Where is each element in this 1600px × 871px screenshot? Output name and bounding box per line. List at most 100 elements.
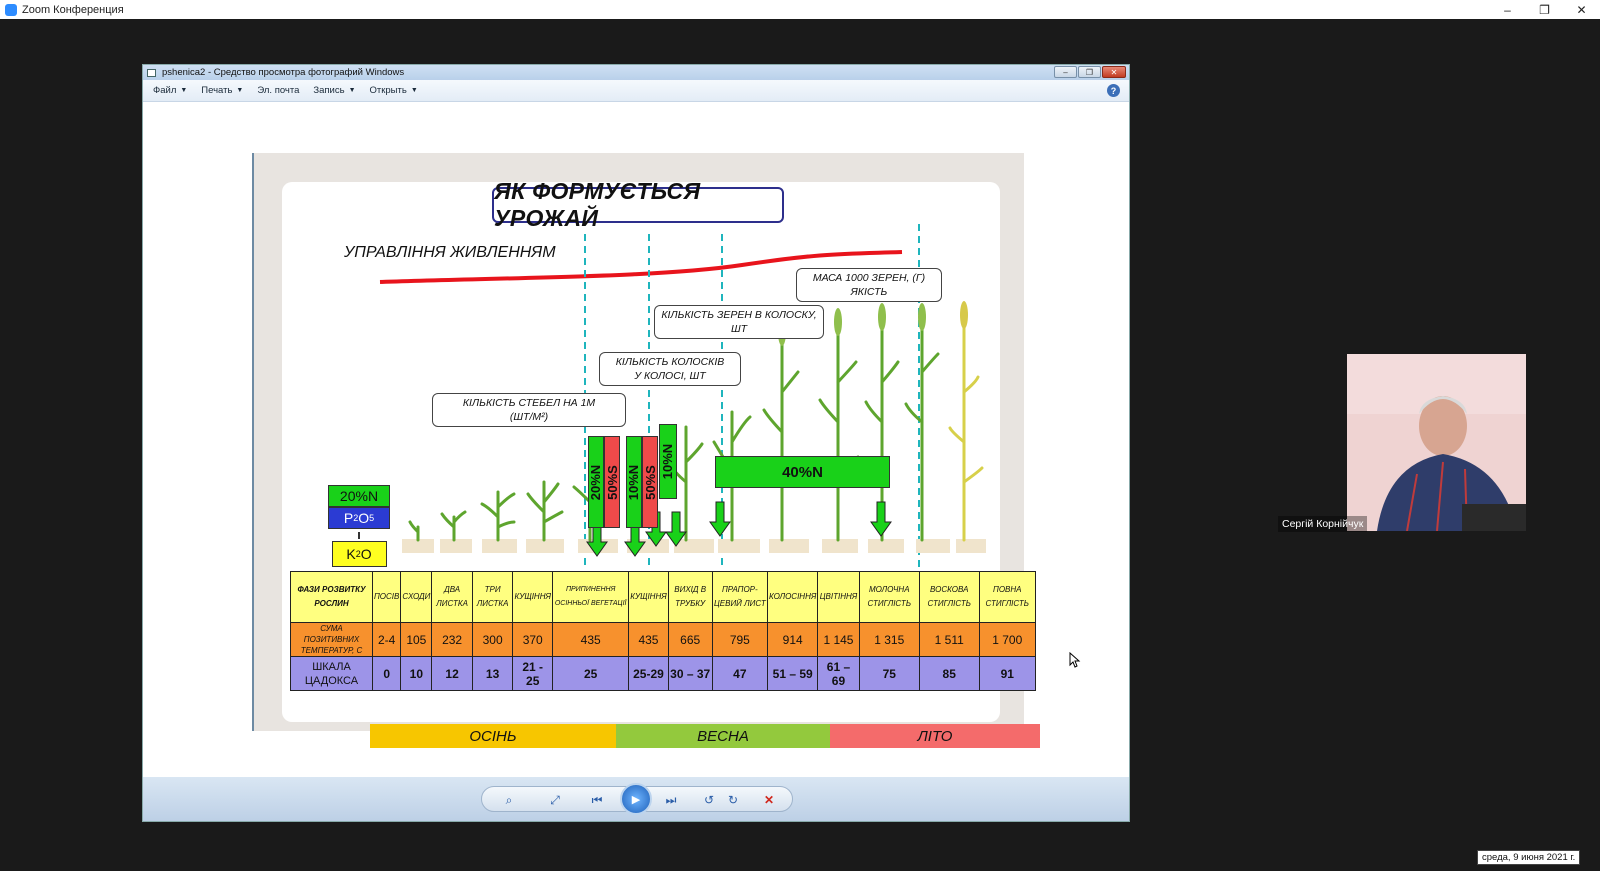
npk-fertilizer-block: 20%N P2O5 K2O [328, 485, 390, 567]
menu-file[interactable]: Файл ▼ [153, 85, 187, 96]
table-row: ШКАЛА ЦАДОКСА 0 10 12 13 21 - 25 25 25-2… [290, 656, 1037, 691]
table-cell: ДВА ЛИСТКА [431, 571, 473, 623]
viewer-control-strip: ⌕ ⤢ ⏮ ▶ ⏭ ↺ ↻ ✕ [481, 783, 793, 815]
fertilizer-bar-40n: 40%N [715, 456, 890, 488]
table-cell: ПРИПИНЕННЯ ОСІННЬОЇ ВЕГЕТАЦІЇ [552, 571, 630, 623]
fertilizer-bar-50s: 50%S [604, 436, 620, 528]
slide-image: ЯК ФОРМУЄТЬСЯ УРОЖАЙ УПРАВЛІННЯ ЖИВЛЕННЯ… [252, 153, 1040, 748]
menu-print[interactable]: Печать ▼ [201, 85, 243, 96]
callout-spikelets: КІЛЬКІСТЬ КОЛОСКІВ У КОЛОСІ, ШТ [599, 352, 741, 386]
caret-down-icon: ▼ [180, 87, 188, 94]
table-cell: 1 700 [978, 622, 1037, 657]
rotate-right-icon[interactable]: ↻ [724, 792, 742, 808]
caret-down-icon: ▼ [236, 87, 244, 94]
table-cell: 1 315 [858, 622, 920, 657]
table-cell: КУЩІННЯ [512, 571, 554, 623]
table-cell: КОЛОСІННЯ [767, 571, 819, 623]
fertilizer-bar-20n: 20%N [588, 436, 604, 528]
table-cell: 105 [400, 622, 433, 657]
table-cell: 25 [552, 656, 630, 691]
table-cell: 1 145 [817, 622, 860, 657]
table-cell: 2-4 [371, 622, 402, 657]
zoom-titlebar: Zoom Конференция – ❐ ✕ [0, 0, 1600, 19]
callout-stems: КІЛЬКІСТЬ СТЕБЕЛ НА 1М (ШТ/М²) [432, 393, 626, 427]
viewer-menubar: Файл ▼ Печать ▼ Эл. почта Запись ▼ Открыть ▼… [143, 80, 1129, 102]
caret-down-icon: ▼ [348, 87, 356, 94]
participant-video[interactable] [1347, 354, 1526, 531]
k2o-label: K2O [331, 541, 387, 567]
next-icon[interactable]: ⏭ [662, 792, 680, 808]
photo-viewer-window: pshenica2 - Средство просмотра фотографи… [142, 64, 1130, 822]
viewer-close-button[interactable]: ✕ [1102, 66, 1126, 78]
nitrogen-20-label: 20%N [328, 485, 390, 507]
table-row: СУМА ПОЗИТИВНИХ ТЕМПЕРАТУР, С 2-4 105 23… [290, 622, 1037, 657]
season-autumn: ОСІНЬ [370, 724, 616, 748]
table-cell: 85 [918, 656, 980, 691]
viewer-titlebar: pshenica2 - Средство просмотра фотографи… [143, 65, 1129, 80]
table-cell: СХОДИ [400, 571, 433, 623]
help-icon[interactable]: ? [1107, 84, 1120, 97]
slideshow-icon[interactable]: ▶ [620, 783, 652, 815]
restore-button[interactable]: ❐ [1526, 0, 1563, 19]
prev-icon[interactable]: ⏮ [588, 792, 606, 808]
viewer-minimize-button[interactable]: – [1054, 66, 1077, 78]
menu-burn[interactable]: Запись ▼ [313, 85, 355, 96]
mouse-cursor-icon [1069, 652, 1081, 668]
row-header-temps: СУМА ПОЗИТИВНИХ ТЕМПЕРАТУР, С [290, 622, 373, 657]
season-summer: ЛІТО [830, 724, 1040, 748]
date-tooltip: среда, 9 июня 2021 г. [1477, 850, 1581, 865]
table-cell: 10 [400, 656, 433, 691]
table-cell: 12 [431, 656, 473, 691]
callout-mass: МАСА 1000 ЗЕРЕН, (Г) ЯКІСТЬ [796, 268, 942, 302]
zoom-icon[interactable]: ⌕ [500, 792, 518, 808]
table-cell: 21 - 25 [512, 656, 554, 691]
slide-subtitle: УПРАВЛІННЯ ЖИВЛЕННЯМ [344, 244, 556, 261]
soil-patches [402, 539, 986, 553]
callout-grains: КІЛЬКІСТЬ ЗЕРЕН В КОЛОСКУ, ШТ [654, 305, 824, 339]
table-cell: 435 [628, 622, 669, 657]
menu-open[interactable]: Открыть ▼ [370, 85, 418, 96]
rotate-left-icon[interactable]: ↺ [700, 792, 718, 808]
viewer-title: pshenica2 - Средство просмотра фотографи… [162, 67, 405, 78]
row-header-zadoks: ШКАЛА ЦАДОКСА [290, 656, 373, 691]
table-cell: 13 [471, 656, 514, 691]
menu-email[interactable]: Эл. почта [257, 85, 299, 96]
table-cell: 61 – 69 [817, 656, 860, 691]
participant-name: Сергій Корнійчук [1278, 516, 1368, 532]
fertilizer-bar-10n: 10%N [626, 436, 642, 528]
slide-title: ЯК ФОРМУЄТЬСЯ УРОЖАЙ [492, 178, 784, 231]
table-cell: 25-29 [628, 656, 669, 691]
table-cell: 91 [978, 656, 1037, 691]
minimize-button[interactable]: – [1489, 0, 1526, 19]
fertilizer-bar-10n-2: 10%N [659, 424, 677, 499]
zoom-logo-icon [5, 3, 17, 16]
table-cell: КУЩІННЯ [628, 571, 669, 623]
viewer-controls-bar: ⌕ ⤢ ⏮ ▶ ⏭ ↺ ↻ ✕ [143, 777, 1129, 821]
table-cell: 47 [711, 656, 769, 691]
growth-phases-table: ФАЗИ РОЗВИТКУ РОСЛИН ПОСІВ СХОДИ ДВА ЛИС… [290, 571, 1037, 691]
table-row: ФАЗИ РОЗВИТКУ РОСЛИН ПОСІВ СХОДИ ДВА ЛИС… [290, 571, 1037, 623]
table-cell: 300 [471, 622, 514, 657]
table-cell: 665 [667, 622, 713, 657]
table-cell: МОЛОЧНА СТИГЛІСТЬ [858, 571, 920, 623]
image-canvas: ЯК ФОРМУЄТЬСЯ УРОЖАЙ УПРАВЛІННЯ ЖИВЛЕННЯ… [143, 102, 1129, 766]
season-spring: ВЕСНА [616, 724, 830, 748]
table-cell: ПОВНА СТИГЛІСТЬ [978, 571, 1037, 623]
table-cell: ПОСІВ [371, 571, 402, 623]
image-file-icon [147, 68, 156, 77]
table-cell: 914 [767, 622, 819, 657]
table-cell: 51 – 59 [767, 656, 819, 691]
table-cell: ЦВІТІННЯ [817, 571, 860, 623]
delete-icon[interactable]: ✕ [760, 792, 778, 808]
viewer-restore-button[interactable]: ❐ [1078, 66, 1101, 78]
window-title: Zoom Конференция [22, 3, 124, 16]
table-cell: ВОСКОВА СТИГЛІСТЬ [918, 571, 980, 623]
table-cell: ТРИ ЛИСТКА [471, 571, 514, 623]
table-cell: 232 [431, 622, 473, 657]
table-cell: 30 – 37 [667, 656, 713, 691]
fit-icon[interactable]: ⤢ [546, 792, 564, 808]
table-cell: 0 [371, 656, 402, 691]
close-button[interactable]: ✕ [1563, 0, 1600, 19]
fertilizer-bar-50s-2: 50%S [642, 436, 658, 528]
table-cell: 75 [858, 656, 920, 691]
